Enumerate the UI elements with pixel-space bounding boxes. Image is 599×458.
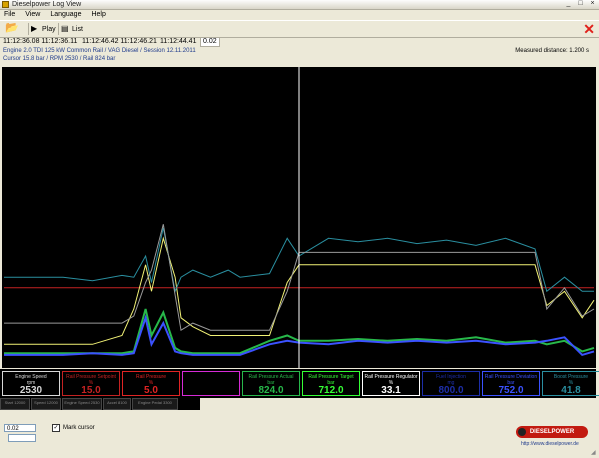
gauge-0[interactable]: Engine Speed rpm 2530	[2, 371, 60, 396]
stat-cell: Start 12000	[0, 398, 30, 410]
gauge-value: 15.0	[81, 385, 101, 396]
gauge-value: 712.0	[318, 385, 344, 396]
resize-grip-icon[interactable]: ◢	[591, 450, 597, 456]
film-icon: ▶	[31, 24, 38, 33]
info-row: Engine 2.0 TDI 125 kW Common Rail / VAG …	[0, 47, 599, 65]
window-title: Dieselpower Log View	[12, 1, 82, 8]
gauge-9[interactable]: Boost Pressure% 41.8	[542, 371, 599, 396]
time-start: 11:12:36.08 11:12:36.11	[3, 38, 78, 45]
zoom-input[interactable]: 0.02	[4, 424, 36, 432]
gauge-value: 5.0	[144, 385, 158, 396]
gauge-8[interactable]: Rail Pressure Deviation bar 752.0	[482, 371, 540, 396]
gauge-2[interactable]: Rail Pressure% 5.0	[122, 371, 180, 396]
mark-cursor-checkbox[interactable]: ✓ Mark cursor	[52, 424, 95, 432]
gauge-strip: Engine Speed rpm 2530 Rail Pressure Setpoin…	[0, 369, 599, 398]
time-row: 11:12:36.08 11:12:36.11 11:12:46.42 11:1…	[0, 37, 599, 47]
gauge-value: 824.0	[258, 385, 284, 396]
measured-distance: Measured distance: 1.200 s	[515, 48, 589, 54]
stat-cell: Engine Speed 2530	[62, 398, 102, 410]
stat-cell: Engine Pedal 3300	[132, 398, 178, 410]
gauge-7[interactable]: Fuel Injection mg 800.0	[422, 371, 480, 396]
gauge-1[interactable]: Rail Pressure Setpoint% 15.0	[62, 371, 120, 396]
menu-help[interactable]: Help	[91, 10, 105, 19]
gauge-value: 33.1	[381, 385, 401, 396]
time-zoom-field[interactable]: 0.02	[200, 37, 220, 47]
logo-mark-icon	[518, 428, 526, 436]
log-chart[interactable]	[2, 67, 596, 368]
gauge-value: 2530	[19, 385, 43, 396]
menu-file[interactable]: File	[4, 10, 15, 19]
play-label: Play	[42, 25, 56, 33]
list-icon: ▤	[61, 24, 69, 33]
time-cursor: 11:12:44.41	[160, 38, 197, 45]
bottom-panel: 0.02 ✓ Mark cursor DIESELPOWER http://ww…	[0, 412, 599, 458]
list-button[interactable]: ▤ List	[58, 23, 87, 35]
stats-strip: Start 12000 Speed 12000 Engine Speed 2530 A…	[0, 398, 200, 410]
close-window-button[interactable]: ×	[588, 0, 597, 8]
gauge-value: 752.0	[498, 385, 524, 396]
zoom-stepper[interactable]	[8, 434, 36, 442]
toolbar: 📂 ▶ Play ▤ List ✕	[0, 20, 599, 38]
logo-text: DIESELPOWER	[529, 429, 575, 435]
gauge-3[interactable]	[182, 371, 240, 396]
checkbox-label: Mark cursor	[63, 425, 95, 431]
menu-language[interactable]: Language	[50, 10, 81, 19]
chart-svg[interactable]	[2, 67, 596, 368]
open-folder-icon[interactable]: 📂	[5, 23, 19, 34]
time-end: 11:12:46.42 11:12:46.21	[82, 38, 157, 45]
maximize-button[interactable]: □	[576, 0, 585, 8]
website-link[interactable]: http://www.dieselpower.de	[521, 441, 579, 447]
list-label: List	[72, 25, 83, 33]
menu-bar: File View Language Help	[0, 10, 599, 19]
gauge-4[interactable]: Rail Pressure Actual bar 824.0	[242, 371, 300, 396]
gauge-5[interactable]: Rail Pressure Target bar 712.0	[302, 371, 360, 396]
close-log-icon[interactable]: ✕	[583, 22, 595, 36]
play-button[interactable]: ▶ Play	[28, 23, 60, 35]
title-bar: Dieselpower Log View _ □ ×	[0, 0, 599, 10]
stat-cell: Speed 12000	[31, 398, 61, 410]
app-icon	[2, 1, 9, 8]
gauge-6[interactable]: Rail Pressure Regulator% 33.1	[362, 371, 420, 396]
info-line-2: Cursor 15.8 bar / RPM 2530 / Rail 824 ba…	[3, 56, 116, 62]
stat-cell: Accel 8100	[103, 398, 131, 410]
checkbox-box[interactable]: ✓	[52, 424, 60, 432]
menu-view[interactable]: View	[25, 10, 40, 19]
info-line-1: Engine 2.0 TDI 125 kW Common Rail / VAG …	[3, 48, 196, 54]
gauge-value: 800.0	[438, 385, 464, 396]
gauge-value: 41.8	[561, 385, 581, 396]
dieselpower-logo: DIESELPOWER	[516, 426, 588, 438]
minimize-button[interactable]: _	[564, 0, 573, 8]
